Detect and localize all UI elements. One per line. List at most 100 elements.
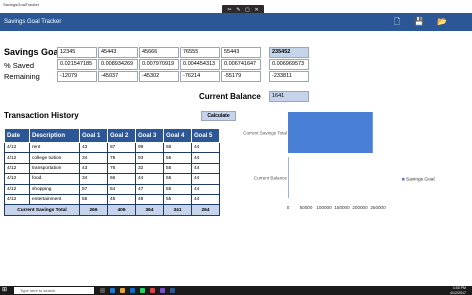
- cell-goal-5[interactable]: 44: [191, 193, 220, 206]
- save-icon[interactable]: 💾: [414, 17, 424, 27]
- transaction-history-label: Transaction History: [4, 111, 79, 120]
- cell-goal-1[interactable]: 34: [79, 152, 108, 164]
- cell-goal-1[interactable]: 43: [79, 162, 108, 175]
- current-balance-value: 1641: [269, 91, 309, 102]
- cell-goal-5[interactable]: 44: [191, 173, 220, 185]
- cell-date[interactable]: 4/12: [4, 141, 30, 154]
- col-header-goal-5: Goal 5: [191, 128, 220, 143]
- pct-saved-4: 0.004454313: [180, 59, 220, 70]
- cell-date[interactable]: 4/12: [4, 162, 30, 175]
- legend-label: Savings Goal: [406, 177, 435, 183]
- file-explorer-icon[interactable]: [120, 288, 125, 293]
- windows-start-icon[interactable]: ⊞: [2, 287, 10, 294]
- cell-date[interactable]: 4/12: [4, 183, 30, 195]
- cell-goal-4[interactable]: 55: [163, 152, 192, 164]
- table-row[interactable]: 4/12 college tuition 34 78 93 55 44: [4, 152, 220, 164]
- cell-description[interactable]: college tuition: [29, 152, 80, 164]
- col-header-description: Description: [29, 128, 80, 143]
- goal-5-input[interactable]: 55443: [221, 47, 261, 58]
- cell-description[interactable]: food: [29, 173, 80, 185]
- taskbar-search-input[interactable]: Type here to search: [14, 287, 94, 294]
- cell-goal-3[interactable]: 32: [135, 162, 164, 175]
- category-label: Current Balance: [254, 176, 288, 181]
- col-header-date: Date: [4, 128, 30, 143]
- goal-2-input[interactable]: 45443: [98, 47, 138, 58]
- remaining-total: -233811: [269, 71, 309, 82]
- cell-goal-2[interactable]: 78: [107, 152, 136, 164]
- pct-saved-label: % Saved: [4, 61, 35, 70]
- cell-description[interactable]: entertainment: [29, 193, 80, 206]
- cell-goal-2[interactable]: 87: [107, 141, 136, 154]
- table-total-row: Current Savings Total 266 406 364 341 26…: [4, 204, 220, 216]
- current-balance-label: Current Balance: [199, 92, 261, 101]
- savings-app-icon[interactable]: [170, 288, 175, 293]
- cell-goal-4[interactable]: 55: [163, 173, 192, 185]
- cell-goal-3[interactable]: 99: [135, 141, 164, 154]
- open-icon[interactable]: 📂: [437, 17, 447, 27]
- cell-goal-5[interactable]: 44: [191, 141, 220, 154]
- spotify-icon[interactable]: [140, 288, 145, 293]
- cell-goal-1[interactable]: 43: [79, 141, 108, 154]
- cell-goal-3[interactable]: 44: [135, 173, 164, 185]
- remaining-5: -55179: [221, 71, 261, 82]
- table-row[interactable]: 4/12 food 34 66 44 55 44: [4, 173, 220, 185]
- new-icon[interactable]: 🗋: [392, 17, 402, 27]
- cell-goal-4[interactable]: 55: [163, 193, 192, 206]
- cell-goal-2[interactable]: 45: [107, 193, 136, 206]
- goal-1-input[interactable]: 12345: [57, 47, 97, 58]
- cell-date[interactable]: 4/12: [4, 152, 30, 164]
- table-header-row: Date Description Goal 1 Goal 2 Goal 3 Go…: [4, 128, 220, 143]
- table-row[interactable]: 4/12 transportation 43 76 32 55 44: [4, 162, 220, 175]
- store-icon[interactable]: [130, 288, 135, 293]
- x-tick-label: 0: [287, 205, 290, 210]
- remaining-3: -45302: [139, 71, 179, 82]
- goal-3-input[interactable]: 45666: [139, 47, 179, 58]
- cell-description[interactable]: transportation: [29, 162, 80, 175]
- col-header-goal-4: Goal 4: [163, 128, 192, 143]
- app-title: Savings Goal Tracker: [4, 19, 62, 25]
- total-goal-1: 266: [79, 204, 108, 216]
- cell-goal-1[interactable]: 34: [79, 173, 108, 185]
- cell-goal-5[interactable]: 44: [191, 152, 220, 164]
- table-row[interactable]: 4/12 entertainment 55 45 49 55 44: [4, 193, 220, 206]
- cell-goal-1[interactable]: 57: [79, 183, 108, 195]
- category-label: Current Savings Total: [243, 131, 287, 136]
- cell-goal-2[interactable]: 66: [107, 173, 136, 185]
- table-row[interactable]: 4/12 rent 43 87 99 66 44: [4, 141, 220, 154]
- app-icon[interactable]: [160, 288, 165, 293]
- bar: [288, 157, 289, 198]
- cell-goal-5[interactable]: 44: [191, 183, 220, 195]
- cell-goal-4[interactable]: 55: [163, 183, 192, 195]
- cell-goal-5[interactable]: 44: [191, 162, 220, 175]
- cell-date[interactable]: 4/12: [4, 193, 30, 206]
- taskbar: ⊞ Type here to search 3:45 PM 4/12/2017: [0, 286, 472, 295]
- table-row[interactable]: 4/12 shopping 57 54 47 55 44: [4, 183, 220, 195]
- col-header-goal-3: Goal 3: [135, 128, 164, 143]
- cell-description[interactable]: shopping: [29, 183, 80, 195]
- transaction-table: Date Description Goal 1 Goal 2 Goal 3 Go…: [4, 128, 220, 216]
- total-goal-2: 406: [107, 204, 136, 216]
- cell-goal-3[interactable]: 93: [135, 152, 164, 164]
- bar: [288, 112, 373, 153]
- cell-goal-3[interactable]: 47: [135, 183, 164, 195]
- x-tick-label: 150000: [334, 205, 350, 210]
- edge-icon[interactable]: [110, 288, 115, 293]
- cell-goal-4[interactable]: 66: [163, 141, 192, 154]
- cell-date[interactable]: 4/12: [4, 173, 30, 185]
- cell-goal-2[interactable]: 76: [107, 162, 136, 175]
- goal-4-input[interactable]: 76555: [180, 47, 220, 58]
- taskbar-clock[interactable]: 3:45 PM 4/12/2017: [450, 286, 466, 295]
- chrome-icon[interactable]: [150, 288, 155, 293]
- total-goal-4: 341: [163, 204, 192, 216]
- cell-goal-2[interactable]: 54: [107, 183, 136, 195]
- cell-description[interactable]: rent: [29, 141, 80, 154]
- cell-goal-4[interactable]: 55: [163, 162, 192, 175]
- col-header-goal-1: Goal 1: [79, 128, 108, 143]
- clock-time: 3:45 PM: [452, 286, 466, 290]
- task-view-icon[interactable]: [100, 288, 105, 293]
- x-tick-label: 250000: [370, 205, 386, 210]
- remaining-4: -76214: [180, 71, 220, 82]
- cell-goal-3[interactable]: 49: [135, 193, 164, 206]
- cell-goal-1[interactable]: 55: [79, 193, 108, 206]
- total-label: Current Savings Total: [4, 204, 80, 216]
